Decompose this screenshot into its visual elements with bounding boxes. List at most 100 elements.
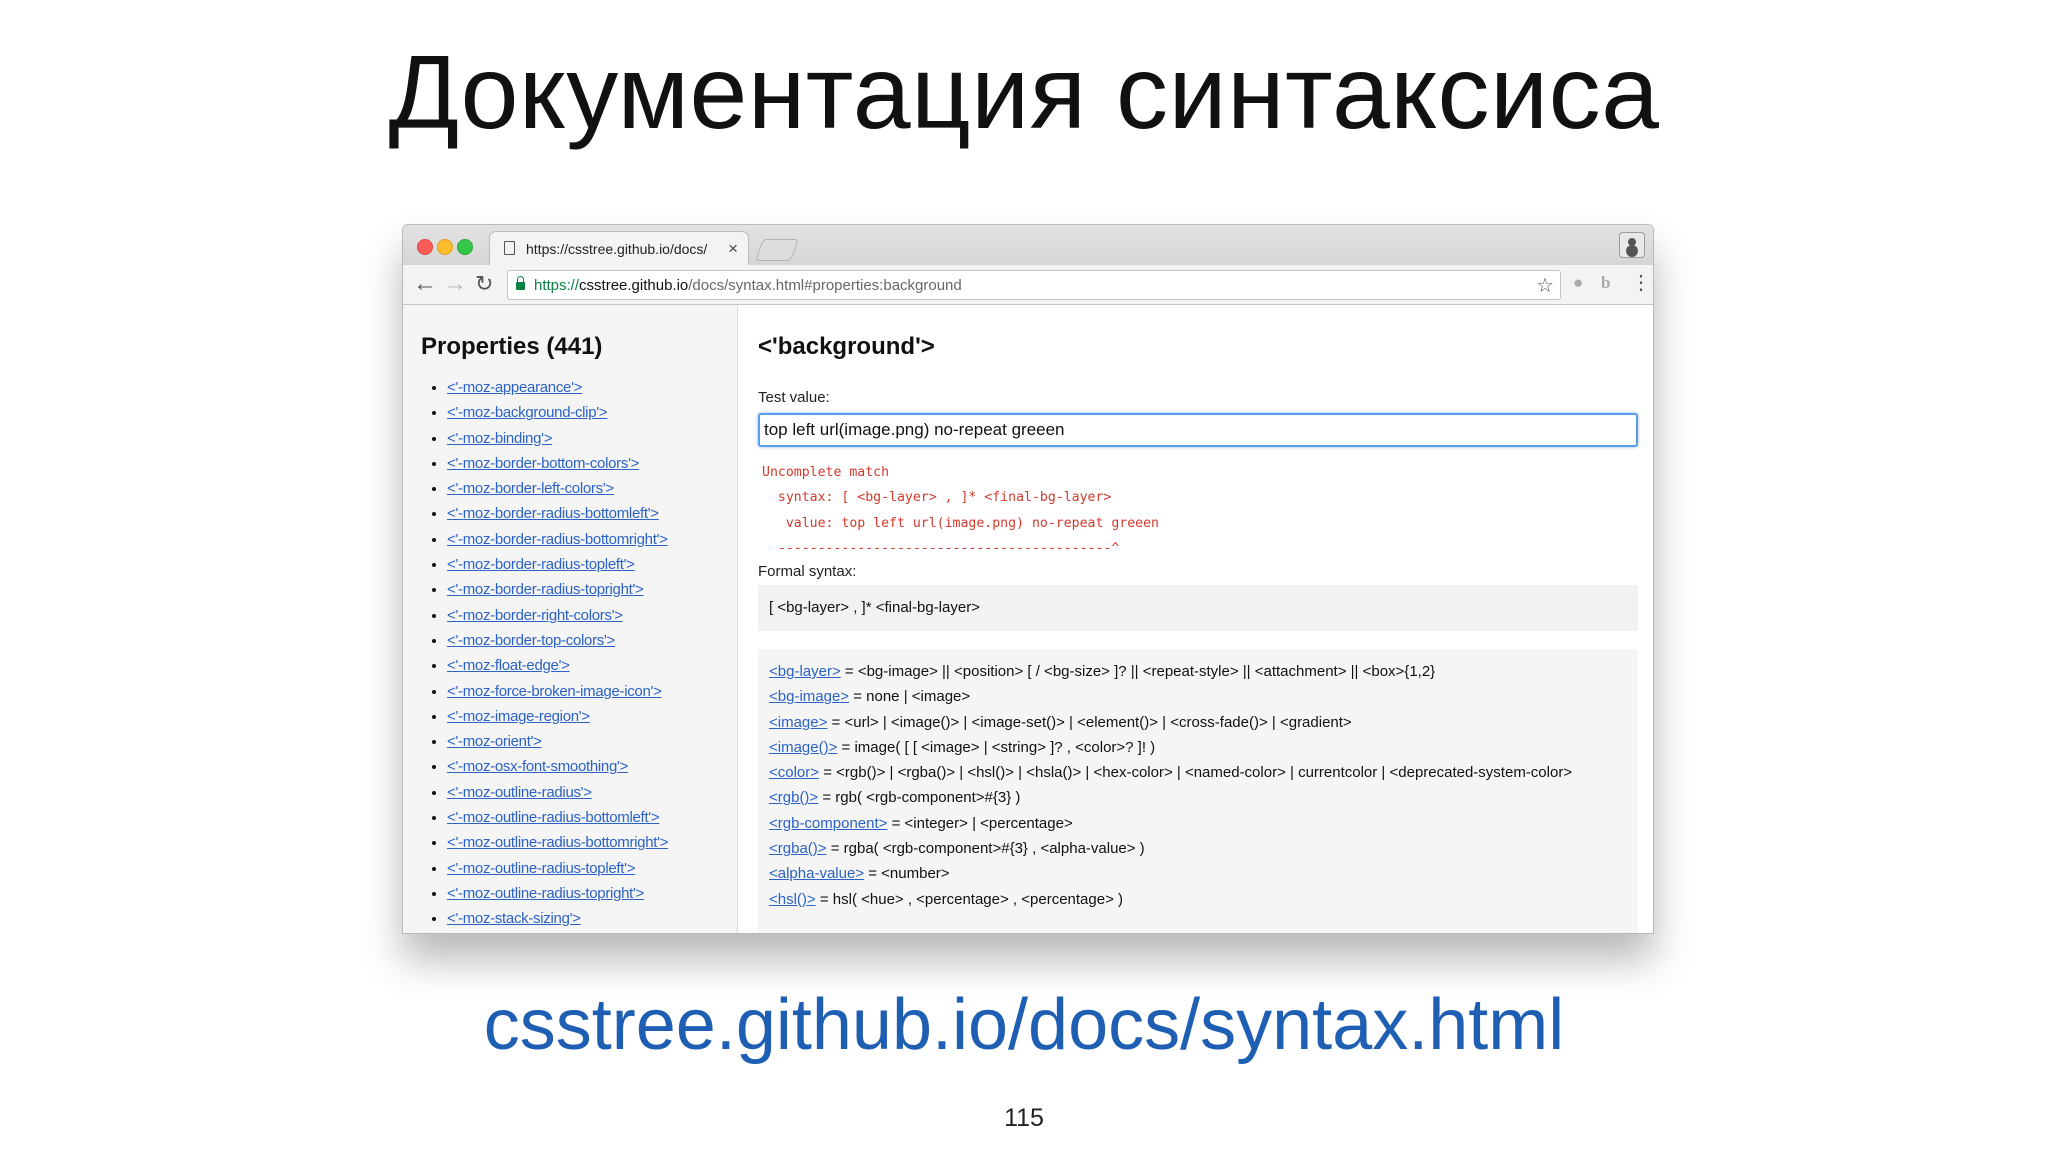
property-link[interactable]: <'-moz-outline-radius-topright'> bbox=[447, 885, 644, 902]
property-link[interactable]: <'-moz-border-radius-bottomright'> bbox=[447, 531, 668, 548]
back-icon[interactable]: ← bbox=[413, 269, 437, 299]
definition-link[interactable]: <image> bbox=[769, 714, 827, 731]
document-icon bbox=[504, 241, 515, 255]
definition-row: <rgba()> = rgba( <rgb-component>#{3} , <… bbox=[769, 836, 1626, 861]
definition-link[interactable]: <rgb()> bbox=[769, 789, 818, 806]
definition-link[interactable]: <alpha-value> bbox=[769, 865, 864, 882]
match-error: Uncomplete match syntax: [ <bg-layer> , … bbox=[762, 460, 1159, 561]
extension-b-icon[interactable]: b bbox=[1601, 273, 1610, 293]
list-item: <'-moz-border-radius-topleft'> bbox=[447, 552, 668, 577]
slide-link[interactable]: csstree.github.io/docs/syntax.html bbox=[0, 985, 2048, 1065]
definition-row: <image()> = image( [ [ <image> | <string… bbox=[769, 735, 1626, 760]
property-link[interactable]: <'-moz-appearance'> bbox=[447, 379, 582, 396]
url-text[interactable]: https://csstree.github.io/docs/syntax.ht… bbox=[534, 277, 962, 294]
new-tab-button[interactable] bbox=[754, 239, 800, 261]
definition-value: = none | <image> bbox=[849, 688, 971, 706]
definition-row: <image> = <url> | <image()> | <image-set… bbox=[769, 710, 1626, 735]
property-link[interactable]: <'-moz-outline-radius'> bbox=[447, 784, 592, 801]
list-item: <'-moz-border-right-colors'> bbox=[447, 603, 668, 628]
definition-value: = <number> bbox=[864, 865, 950, 883]
extension-icon[interactable]: ● bbox=[1573, 273, 1583, 293]
definition-link[interactable]: <hsl()> bbox=[769, 891, 816, 908]
definition-link[interactable]: <rgba()> bbox=[769, 840, 827, 857]
url-path: /docs/syntax.html#properties:background bbox=[688, 277, 962, 294]
formal-syntax: [ <bg-layer> , ]* <final-bg-layer> bbox=[758, 585, 1638, 631]
property-link[interactable]: <'-moz-border-bottom-colors'> bbox=[447, 455, 639, 472]
property-link[interactable]: <'-moz-orient'> bbox=[447, 733, 542, 750]
main-content: <'background'> Test value: Uncomplete ma… bbox=[738, 305, 1653, 933]
list-item: <'-moz-appearance'> bbox=[447, 375, 668, 400]
formal-syntax-label: Formal syntax: bbox=[758, 563, 857, 580]
definition-value: = hsl( <hue> , <percentage> , <percentag… bbox=[815, 890, 1123, 908]
maximize-window-icon[interactable] bbox=[457, 239, 473, 255]
list-item: <'-moz-border-radius-bottomleft'> bbox=[447, 501, 668, 526]
list-item: <'-moz-stack-sizing'> bbox=[447, 906, 668, 931]
definition-value: = <bg-image> || <position> [ / <bg-size>… bbox=[840, 663, 1436, 680]
error-line: syntax: [ <bg-layer> , ]* <final-bg-laye… bbox=[762, 490, 1112, 506]
definition-row: <alpha-value> = <number> bbox=[769, 861, 1626, 886]
list-item: <'-moz-border-top-colors'> bbox=[447, 628, 668, 653]
definition-row: <hsl()> = hsl( <hue> , <percentage> , <p… bbox=[769, 887, 1626, 912]
browser-toolbar: ← → ↻ https://csstree.github.io/docs/syn… bbox=[403, 265, 1653, 305]
close-window-icon[interactable] bbox=[417, 239, 433, 255]
property-link[interactable]: <'-moz-border-radius-topleft'> bbox=[447, 556, 635, 573]
definition-row: <rgb()> = rgb( <rgb-component>#{3} ) bbox=[769, 785, 1626, 810]
property-link[interactable]: <'-moz-background-clip'> bbox=[447, 404, 608, 421]
property-link[interactable]: <'-moz-border-left-colors'> bbox=[447, 480, 614, 497]
property-list: <'-moz-appearance'> <'-moz-background-cli… bbox=[447, 375, 668, 932]
error-line: Uncomplete match bbox=[762, 465, 890, 480]
profile-icon[interactable] bbox=[1619, 232, 1645, 258]
tab-title: https://csstree.github.io/docs/ bbox=[526, 241, 708, 257]
property-link[interactable]: <'-moz-float-edge'> bbox=[447, 657, 570, 674]
list-item: <'-moz-outline-radius-bottomleft'> bbox=[447, 805, 668, 830]
property-link[interactable]: <'-moz-outline-radius-bottomright'> bbox=[447, 834, 668, 851]
list-item: <'-moz-border-left-colors'> bbox=[447, 476, 668, 501]
error-line: value: top left url(image.png) no-repeat… bbox=[762, 515, 1159, 531]
property-link[interactable]: <'-moz-border-radius-topright'> bbox=[447, 581, 644, 598]
definition-link[interactable]: <bg-image> bbox=[769, 688, 849, 705]
close-tab-icon[interactable]: × bbox=[728, 239, 738, 259]
bookmark-star-icon[interactable]: ☆ bbox=[1536, 273, 1554, 298]
definition-value: = image( [ [ <image> | <string> ]? , <co… bbox=[837, 738, 1156, 756]
definition-link[interactable]: <bg-layer> bbox=[769, 663, 841, 680]
test-value-input[interactable] bbox=[758, 413, 1638, 447]
browser-window: https://csstree.github.io/docs/ × ← → ↻ … bbox=[402, 224, 1654, 934]
property-link[interactable]: <'-moz-image-region'> bbox=[447, 708, 590, 725]
definition-value: = <rgb()> | <rgba()> | <hsl()> | <hsla()… bbox=[819, 764, 1573, 782]
property-link[interactable]: <'-moz-outline-radius-topleft'> bbox=[447, 860, 635, 877]
page-number: 115 bbox=[1004, 1104, 1044, 1132]
definition-value: = <url> | <image()> | <image-set()> | <e… bbox=[827, 713, 1352, 731]
property-link[interactable]: <'-moz-border-top-colors'> bbox=[447, 632, 615, 649]
slide-title: Документация синтаксиса bbox=[388, 35, 1660, 151]
minimize-window-icon[interactable] bbox=[437, 239, 453, 255]
property-link[interactable]: <'-moz-binding'> bbox=[447, 430, 552, 447]
browser-tab[interactable]: https://csstree.github.io/docs/ × bbox=[489, 231, 749, 265]
reload-icon[interactable]: ↻ bbox=[475, 269, 493, 299]
property-heading: <'background'> bbox=[758, 333, 935, 360]
property-link[interactable]: <'-moz-force-broken-image-icon'> bbox=[447, 683, 662, 700]
property-link[interactable]: <'-moz-osx-font-smoothing'> bbox=[447, 758, 628, 775]
property-link[interactable]: <'-moz-border-radius-bottomleft'> bbox=[447, 505, 659, 522]
definition-link[interactable]: <color> bbox=[769, 764, 819, 781]
list-item: <'-moz-float-edge'> bbox=[447, 653, 668, 678]
definition-row: <bg-layer> = <bg-image> || <position> [ … bbox=[769, 659, 1626, 684]
tab-strip: https://csstree.github.io/docs/ × bbox=[403, 225, 1653, 265]
definition-link[interactable]: <rgb-component> bbox=[769, 815, 887, 832]
list-item: <'-moz-background-clip'> bbox=[447, 400, 668, 425]
definition-link[interactable]: <image()> bbox=[769, 739, 837, 756]
lock-icon bbox=[516, 276, 525, 290]
address-bar[interactable]: https://csstree.github.io/docs/syntax.ht… bbox=[507, 270, 1561, 300]
definition-value: = rgba( <rgb-component>#{3} , <alpha-val… bbox=[826, 840, 1145, 858]
list-item: <'-moz-border-bottom-colors'> bbox=[447, 451, 668, 476]
forward-icon[interactable]: → bbox=[443, 269, 467, 299]
definition-row: <rgb-component> = <integer> | <percentag… bbox=[769, 811, 1626, 836]
test-value-label: Test value: bbox=[758, 389, 830, 406]
url-host: csstree.github.io bbox=[579, 277, 689, 294]
property-link[interactable]: <'-moz-outline-radius-bottomleft'> bbox=[447, 809, 660, 826]
property-link[interactable]: <'-moz-border-right-colors'> bbox=[447, 607, 623, 624]
property-link[interactable]: <'-moz-stack-sizing'> bbox=[447, 910, 581, 927]
list-item: <'-moz-outline-radius-topleft'> bbox=[447, 856, 668, 881]
url-scheme: https:// bbox=[534, 277, 580, 294]
list-item: <'-moz-outline-radius-bottomright'> bbox=[447, 830, 668, 855]
browser-menu-icon[interactable]: ⋮ bbox=[1631, 270, 1651, 295]
